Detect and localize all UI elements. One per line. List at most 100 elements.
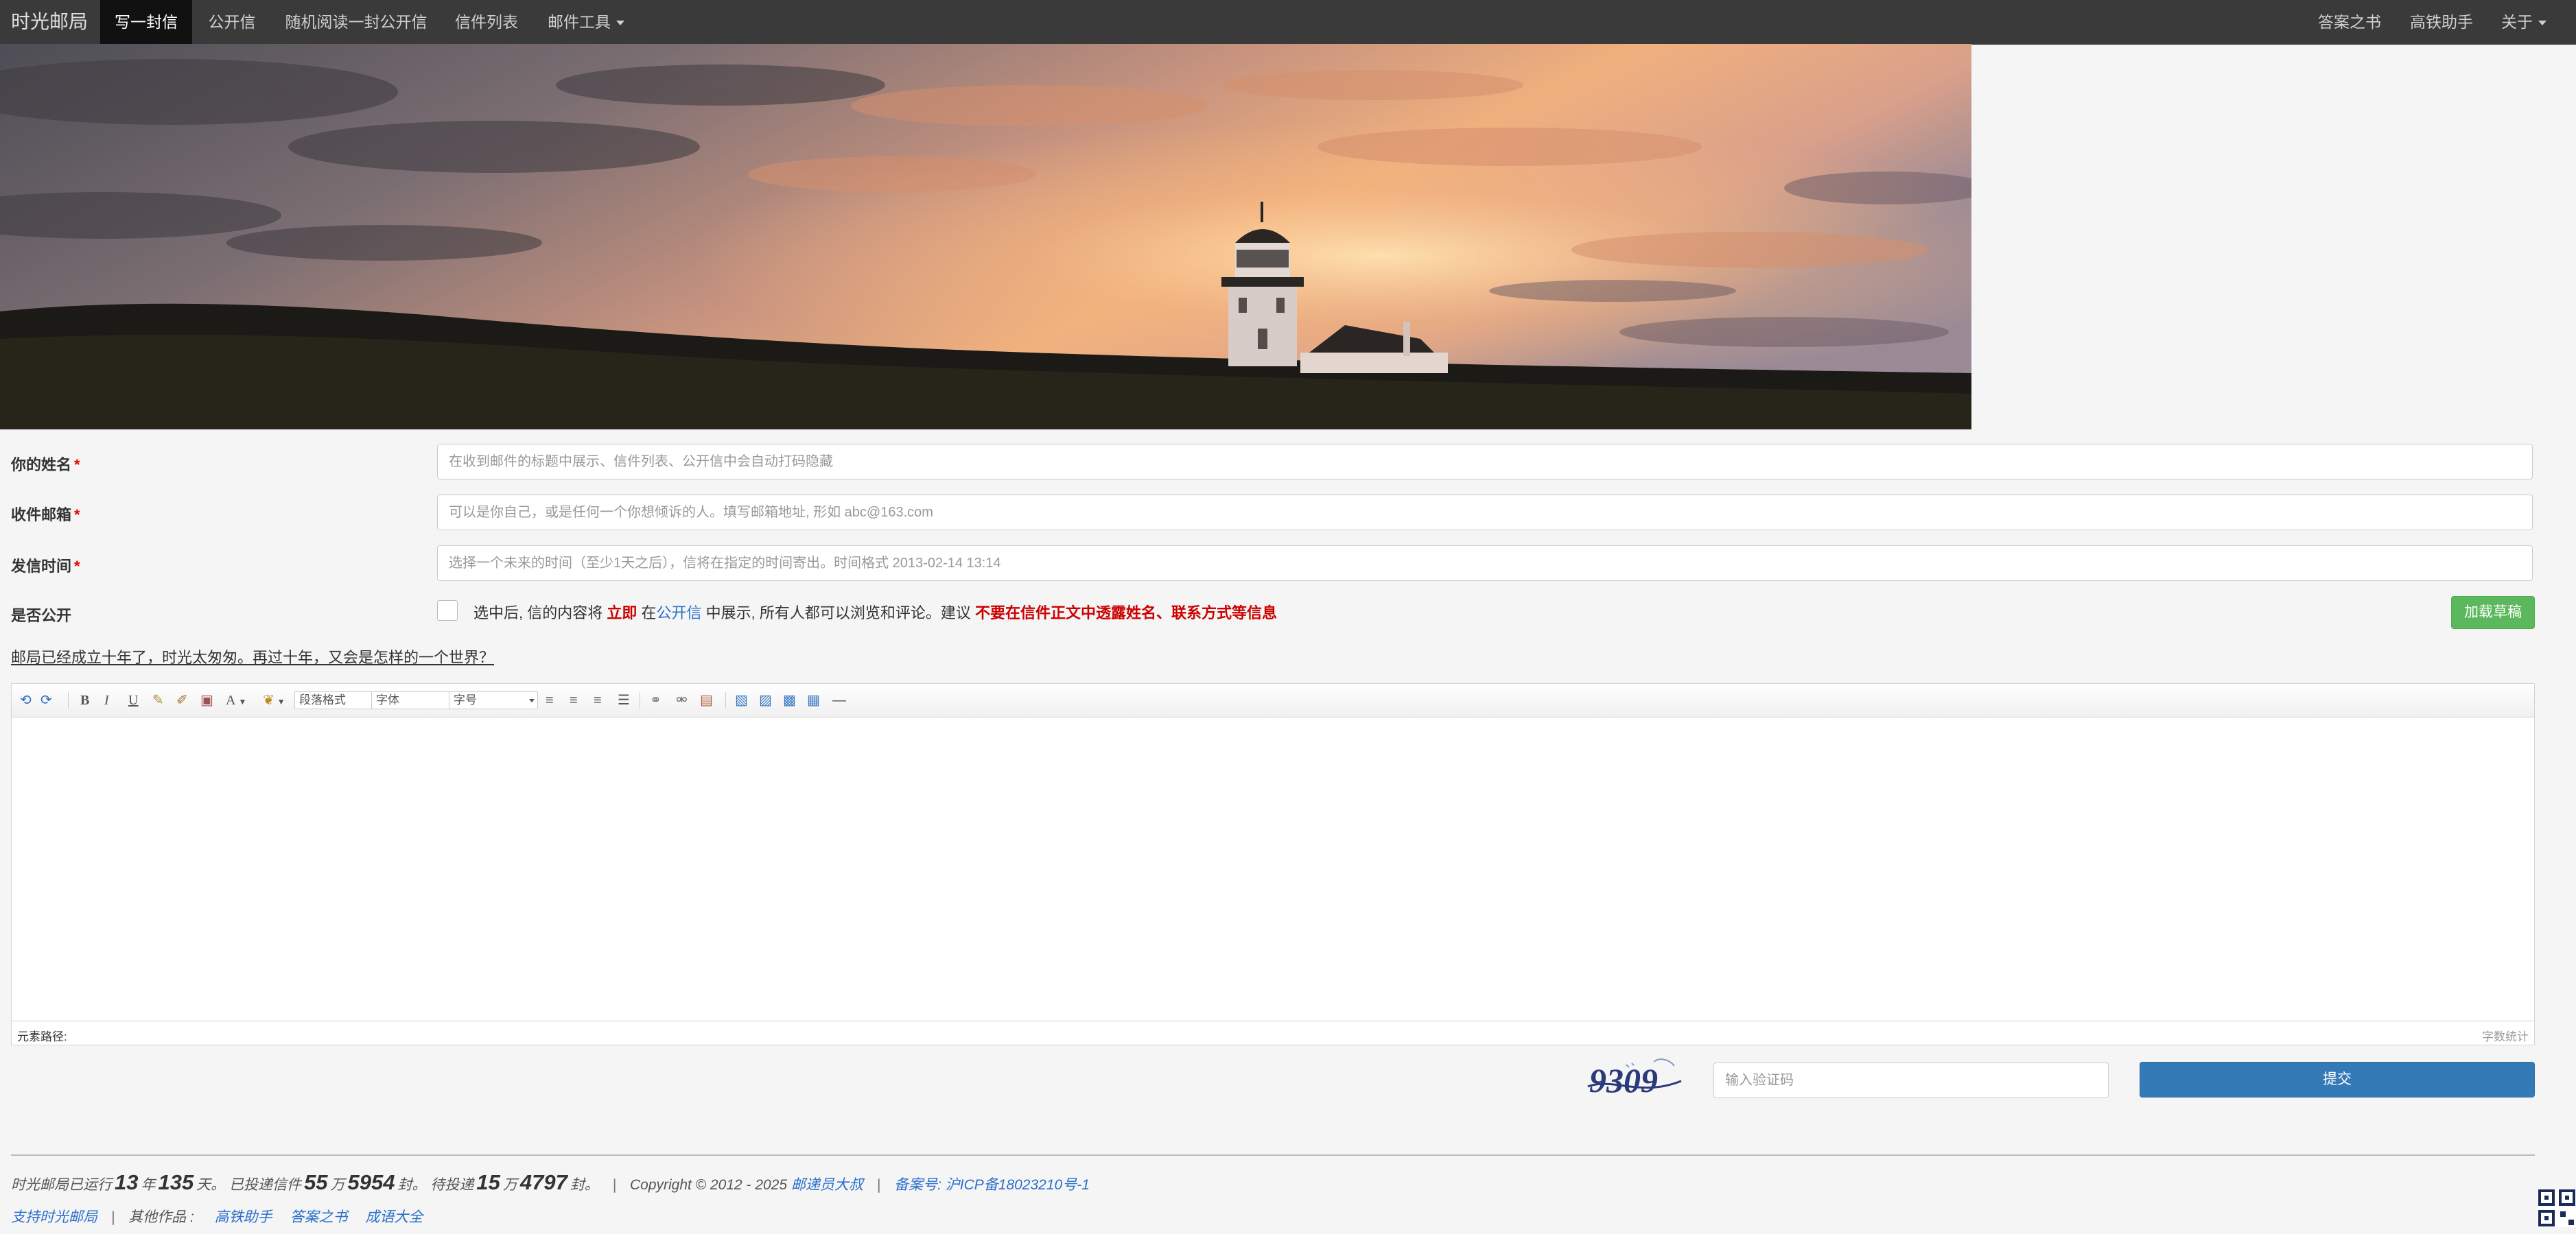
image-icon[interactable]: ▤ [700,692,713,709]
editor-toolbar: ⟲ ⟳ B I U ✎ ✐ ▣ A ▼ ❦ ▼ 段落格式 字体 字号 ≡ ≡ ≡ ☰… [12,684,2534,717]
footer-stats: 时光邮局已运行 13 年 135 天。 已投递信件 55 万 5954 封。 待投递 15 万 479… [11,1170,1090,1195]
email-label-text: 收件邮箱 [11,506,72,523]
nav-item-label: 信件列表 [455,13,518,31]
icp-link[interactable]: 备案号: 沪ICP备18023210号-1 [894,1177,1090,1193]
element-path: 元素路径: [17,1030,67,1043]
public-description: 选中后, 信的内容将 立即 在公开信 中展示, 所有人都可以浏览和评论。建议 不… [473,601,1277,623]
horizontal-rule-button[interactable]: — [832,692,846,709]
align-right-icon[interactable]: ≡ [594,692,602,709]
rich-text-editor: ⟲ ⟳ B I U ✎ ✐ ▣ A ▼ ❦ ▼ 段落格式 字体 字号 ≡ ≡ ≡ ☰… [11,683,2535,1045]
image-left-icon[interactable]: ▨ [759,692,772,709]
top-navbar: 时光邮局 写一封信 公开信 随机阅读一封公开信 信件列表 邮件工具 答案之书 高… [0,0,2576,45]
public-text-1: 选中后, 信的内容将 [473,604,607,621]
italic-button[interactable]: I [104,692,109,709]
highlight-color-button[interactable]: ❦ ▼ [263,692,285,710]
paragraph-format-value: 段落格式 [299,693,346,707]
undo-icon[interactable]: ⟲ [20,692,32,709]
required-mark: * [74,506,80,523]
unlink-icon[interactable]: ⚮ [676,692,688,709]
nav-item-label: 邮件工具 [548,13,611,31]
required-mark: * [74,558,80,575]
font-size-value: 字号 [454,693,477,707]
nav-item-public-letters[interactable]: 公开信 [199,0,265,44]
font-size-select[interactable]: 字号 [449,691,538,709]
email-label: 收件邮箱 * [11,503,80,525]
public-text-3: 中展示, 所有人都可以浏览和评论。建议 [701,604,975,621]
paragraph-format-select[interactable]: 段落格式 [294,691,384,709]
captcha-input[interactable] [1713,1063,2109,1098]
image-center-icon[interactable]: ▦ [807,692,820,709]
redo-icon[interactable]: ⟳ [40,692,52,709]
nav-item-random-letter[interactable]: 随机阅读一封公开信 [277,0,435,44]
public-checkbox[interactable] [437,600,458,621]
stats-wan-unit: 万 [330,1177,345,1193]
name-label: 你的姓名 * [11,453,80,475]
stats-prefix: 时光邮局已运行 [11,1177,112,1193]
stats-years-unit: 年 [141,1177,156,1193]
editor-statusbar: 元素路径: 字数统计 [12,1021,2534,1045]
toolbar-separator [68,692,69,709]
align-justify-icon[interactable]: ☰ [618,692,630,709]
send-time-label: 发信时间 * [11,554,80,576]
bold-button[interactable]: B [80,692,89,709]
nav-item-rail-assistant[interactable]: 高铁助手 [2403,0,2480,44]
other-work-link-book-of-answers[interactable]: 答案之书 [290,1209,348,1225]
support-link[interactable]: 支持时光邮局 [11,1209,97,1225]
image-none-icon[interactable]: ▧ [735,692,748,709]
nav-item-about[interactable]: 关于 [2495,0,2553,44]
public-letters-link[interactable]: 公开信 [656,604,701,621]
chevron-down-icon [2538,21,2546,26]
font-family-value: 字体 [376,693,399,707]
editor-content-area[interactable] [12,717,2534,1021]
link-icon[interactable]: ⚭ [650,692,661,709]
nav-item-label: 随机阅读一封公开信 [285,13,428,31]
image-right-icon[interactable]: ▩ [783,692,796,709]
footer-divider [11,1154,2535,1156]
eraser-icon[interactable]: ✎ [152,692,164,709]
nav-item-label: 高铁助手 [2410,13,2473,31]
nav-item-label: 答案之书 [2318,13,2381,31]
public-text-immediate: 立即 [607,604,637,621]
format-brush-icon[interactable]: ✐ [176,692,188,709]
public-text-2: 在 [637,604,657,621]
font-color-button[interactable]: A ▼ [226,692,246,710]
stats-pending-wan: 15 [476,1170,500,1194]
underline-button[interactable]: U [128,692,138,709]
nav-item-write-letter[interactable]: 写一封信 [100,0,192,44]
font-color-label: A [226,693,236,708]
other-works-label: 其他作品 : [128,1209,194,1225]
clear-format-icon[interactable]: ▣ [200,692,213,709]
chevron-down-icon: ▼ [277,697,285,707]
send-time-input[interactable] [437,545,2533,581]
other-work-link-rail-assistant[interactable]: 高铁助手 [215,1209,272,1225]
nav-item-mail-tools[interactable]: 邮件工具 [538,0,634,44]
submit-button[interactable]: 提交 [2140,1062,2535,1097]
align-left-icon[interactable]: ≡ [546,692,554,709]
other-work-link-idioms[interactable]: 成语大全 [365,1209,423,1225]
stats-days-unit: 天。 已投递信件 [196,1177,302,1193]
brand-logo[interactable]: 时光邮局 [11,0,88,44]
banner-image [0,44,1971,429]
slogan-link[interactable]: 邮局已经成立十年了，时光太匆匆。再过十年，又会是怎样的一个世界？ [11,645,494,667]
qr-code-icon[interactable] [2538,1189,2576,1227]
stats-pending-rest: 4797 [519,1170,567,1194]
align-center-icon[interactable]: ≡ [570,692,578,709]
nav-item-label: 写一封信 [115,13,178,31]
nav-item-letter-list[interactable]: 信件列表 [446,0,527,44]
name-input[interactable] [437,444,2533,479]
captcha-image[interactable]: 9309 [1585,1056,1684,1104]
required-mark: * [74,456,80,473]
load-draft-button[interactable]: 加载草稿 [2451,596,2535,629]
nav-item-label: 公开信 [208,13,256,31]
stats-years: 13 [115,1170,139,1194]
recipient-email-input[interactable] [437,495,2533,530]
toolbar-separator [725,692,726,709]
nav-item-book-of-answers[interactable]: 答案之书 [2311,0,2388,44]
font-family-select[interactable]: 字体 [371,691,460,709]
copyright: Copyright © 2012 - 2025 [629,1177,788,1193]
footer-separator: | [876,1177,881,1193]
public-label: 是否公开 [11,607,72,624]
stats-sent-rest: 5954 [347,1170,395,1194]
author-link[interactable]: 邮递员大叔 [791,1177,863,1193]
nav-item-label: 关于 [2501,13,2533,31]
